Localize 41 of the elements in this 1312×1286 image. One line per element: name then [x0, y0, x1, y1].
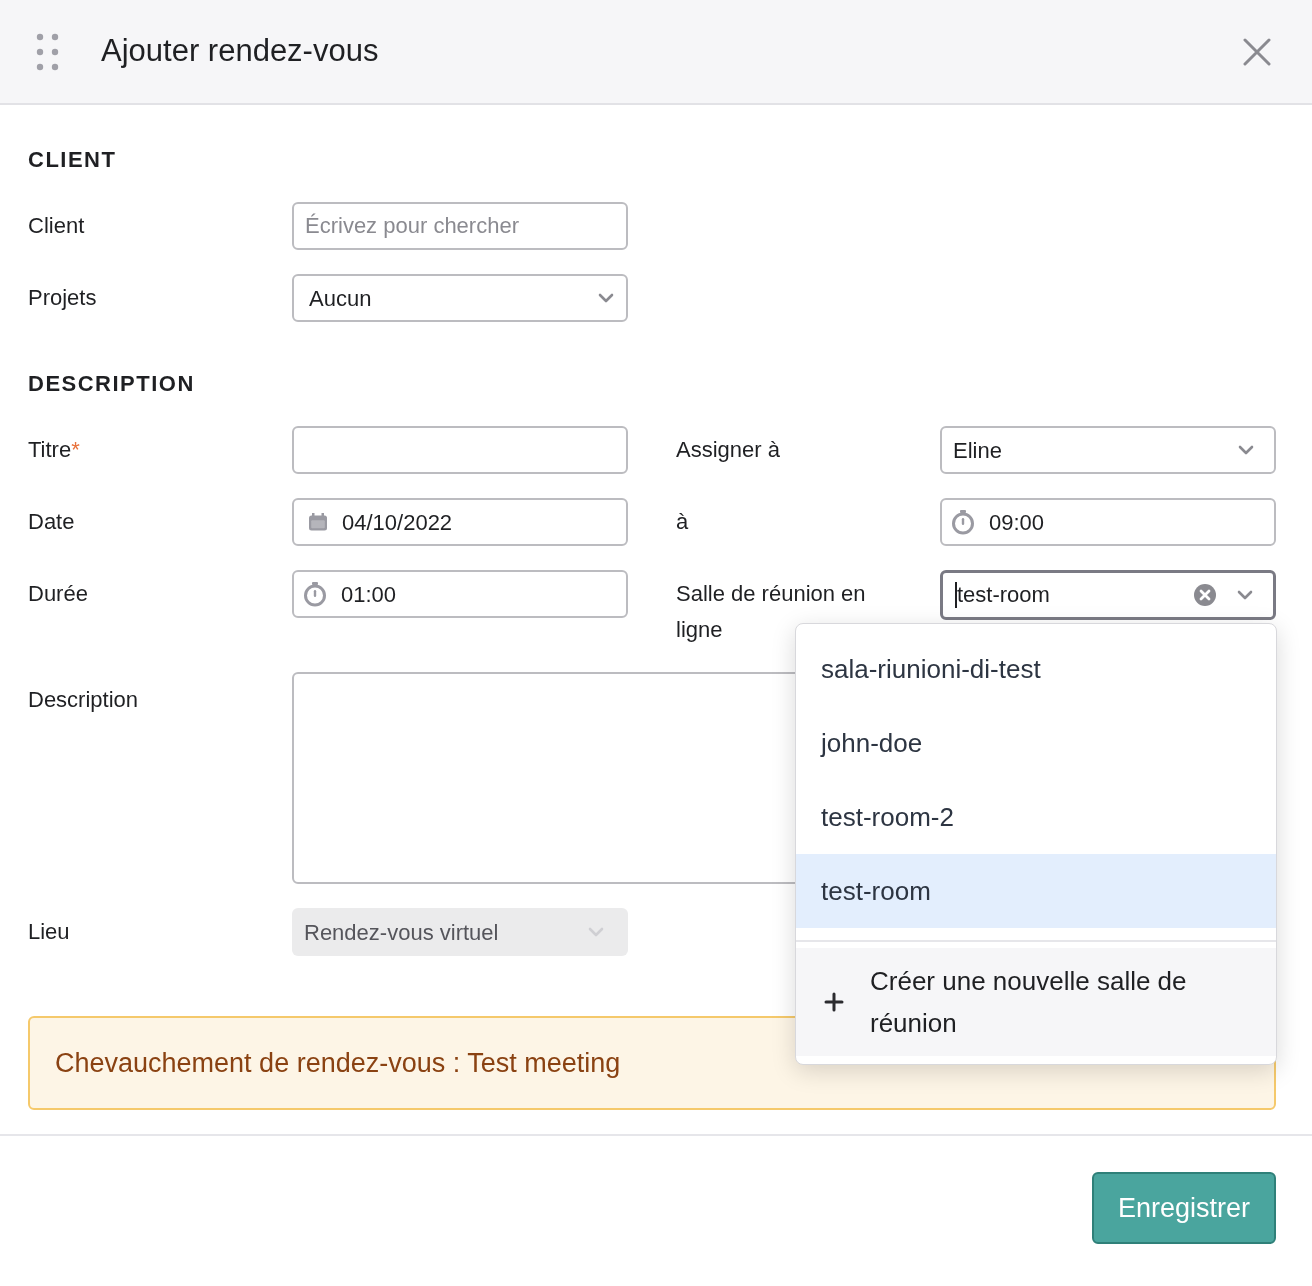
field-label: à [676, 508, 690, 536]
chevron-down-icon [588, 927, 604, 937]
client-search-field[interactable]: Écrivez pour chercher [292, 202, 628, 250]
projects-select[interactable]: Aucun [292, 274, 628, 322]
field-label: Lieu [28, 918, 71, 946]
field-label: Projets [28, 284, 98, 312]
section-heading: CLIENT [28, 146, 118, 174]
field-label: Durée [28, 580, 89, 608]
duration-field[interactable]: 01:00 [292, 570, 628, 618]
date-field[interactable]: 04/10/2022 [292, 498, 628, 546]
dropdown-option[interactable]: test-room-2 [796, 780, 1276, 854]
alert-text: Chevauchement de rendez-vous : Test meeting [55, 1046, 621, 1080]
plus-icon [824, 992, 844, 1012]
field-label: Client [28, 212, 86, 240]
close-icon [1243, 37, 1271, 66]
stopwatch-icon [951, 509, 975, 535]
assignee-select[interactable]: Eline [940, 426, 1276, 474]
dialog-title: Ajouter rendez-vous [101, 32, 379, 71]
dropdown-option[interactable]: test-room [796, 854, 1276, 928]
stopwatch-icon [303, 581, 327, 607]
field-label: Description [28, 686, 140, 714]
required-mark: * [71, 437, 80, 462]
section-heading: DESCRIPTION [28, 370, 196, 398]
create-room-label: Créer une nouvelle salle de réunion [870, 965, 1188, 1040]
chevron-down-icon [1238, 445, 1254, 455]
dropdown-option[interactable]: sala-riunioni-di-test [796, 632, 1276, 706]
chevron-down-icon [598, 293, 614, 303]
clear-icon[interactable] [1193, 583, 1217, 607]
location-select: Rendez-vous virtuel [292, 908, 628, 956]
field-label: Titre [28, 437, 72, 462]
dropdown-option[interactable]: john-doe [796, 706, 1276, 780]
meeting-room-select[interactable]: test-room [940, 570, 1276, 620]
field-label: Date [28, 508, 76, 536]
chevron-down-icon [1237, 590, 1253, 600]
field-label: Assigner à [676, 436, 781, 464]
calendar-icon [308, 512, 328, 532]
title-field[interactable] [292, 426, 628, 474]
create-room-option[interactable]: Créer une nouvelle salle de réunion [796, 948, 1276, 1056]
drag-handle-icon[interactable] [36, 32, 60, 71]
close-button[interactable] [1242, 36, 1272, 67]
time-field[interactable]: 09:00 [940, 498, 1276, 546]
